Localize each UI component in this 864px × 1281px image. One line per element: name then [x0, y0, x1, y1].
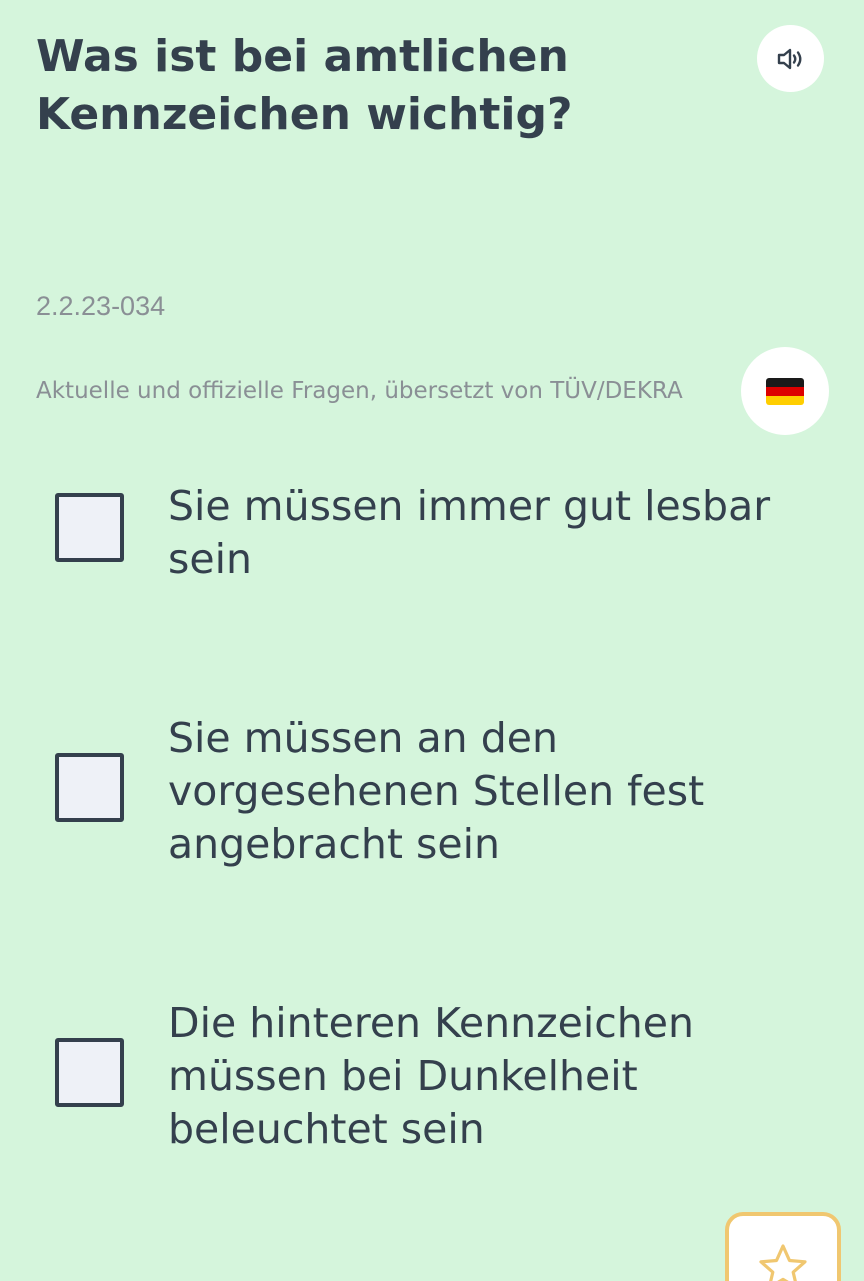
question-screen: Was ist bei amtlichen Kennzeichen wichti…: [0, 0, 864, 1281]
question-title: Was ist bei amtlichen Kennzeichen wichti…: [36, 31, 573, 140]
flag-stripe-gold: [766, 395, 804, 405]
answer-option-3[interactable]: Die hinteren Kennzeichen müssen bei Dunk…: [0, 997, 864, 1167]
answer-checkbox[interactable]: [55, 753, 124, 822]
favorite-button[interactable]: [725, 1212, 841, 1281]
german-flag-icon: [766, 377, 804, 405]
answer-option-1[interactable]: Sie müssen immer gut lesbar sein: [0, 480, 864, 600]
question-number: 2.2.23-034: [36, 291, 166, 321]
flag-stripe-red: [766, 386, 804, 396]
flag-stripe-black: [766, 377, 804, 387]
answer-checkbox[interactable]: [55, 1038, 124, 1107]
answer-text: Sie müssen immer gut lesbar sein: [168, 482, 771, 583]
answer-text: Die hinteren Kennzeichen müssen bei Dunk…: [168, 999, 694, 1153]
star-icon: [759, 1244, 807, 1281]
answer-checkbox[interactable]: [55, 493, 124, 562]
source-note: Aktuelle und offizielle Fragen, übersetz…: [36, 378, 683, 404]
speaker-icon: [777, 48, 801, 69]
answer-option-2[interactable]: Sie müssen an den vorgesehenen Stellen f…: [0, 712, 864, 882]
answer-text: Sie müssen an den vorgesehenen Stellen f…: [168, 714, 705, 868]
audio-button[interactable]: [757, 25, 824, 92]
language-button[interactable]: [741, 347, 829, 435]
